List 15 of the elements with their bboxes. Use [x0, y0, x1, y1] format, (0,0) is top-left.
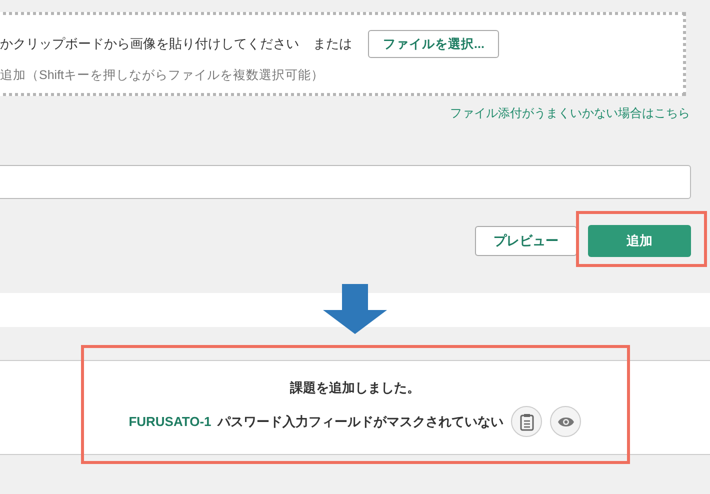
help-link[interactable]: ファイル添付がうまくいかない場合はこちら [450, 105, 690, 122]
preview-button[interactable]: プレビュー [475, 226, 577, 256]
clipboard-icon[interactable] [511, 406, 542, 437]
notification-message: 課題を追加しました。 [290, 379, 420, 397]
drop-instruction: かクリップボードから画像を貼り付けしてください [0, 35, 299, 53]
drop-zone[interactable]: かクリップボードから画像を貼り付けしてください または ファイルを選択... 追加（Shiftキーを押しながらファイルを複数選択可能） [0, 12, 686, 96]
add-button[interactable]: 追加 [588, 225, 691, 257]
down-arrow-icon [323, 284, 387, 334]
eye-icon[interactable] [550, 406, 582, 437]
issue-title: パスワード入力フィールドがマスクされていない [217, 412, 504, 430]
or-label: または [313, 35, 352, 53]
input-field[interactable] [0, 165, 691, 199]
select-file-button[interactable]: ファイルを選択... [368, 30, 500, 58]
drop-hint: 追加（Shiftキーを押しながらファイルを複数選択可能） [0, 67, 326, 84]
issue-key-link[interactable]: FURUSATO-1 [128, 414, 212, 429]
